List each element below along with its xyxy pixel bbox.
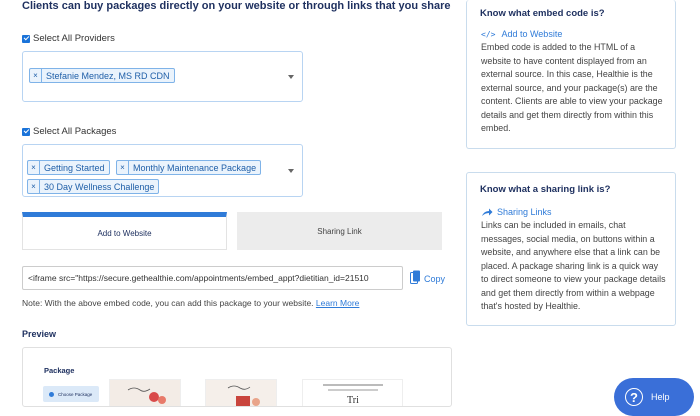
checkbox-checked-icon	[22, 127, 30, 136]
checkbox-checked-icon	[22, 34, 30, 43]
embed-info-card: Know what embed code is? </> Add to Webs…	[466, 0, 676, 149]
package-tag-label: 30 Day Wellness Challenge	[44, 181, 155, 192]
page-heading: Clients can buy packages directly on you…	[22, 0, 451, 12]
learn-more-link[interactable]: Learn More	[316, 298, 359, 308]
remove-tag-icon[interactable]: ×	[117, 161, 129, 174]
copy-button[interactable]: Copy	[424, 274, 445, 284]
embed-card-title: Know what embed code is?	[480, 8, 605, 19]
tab-sharing-link[interactable]: Sharing Link	[237, 212, 442, 250]
sharing-links-link-label: Sharing Links	[497, 207, 552, 217]
select-all-packages-label: Select All Packages	[33, 126, 117, 137]
remove-tag-icon[interactable]: ×	[28, 180, 40, 193]
tab-add-to-website[interactable]: Add to Website	[22, 212, 227, 250]
sharing-card-body: Links can be included in emails, chat me…	[481, 220, 666, 311]
package-thumbnail: Tri	[302, 379, 403, 406]
package-thumbnail	[109, 379, 181, 406]
provider-tag[interactable]: × Stefanie Mendez, MS RD CDN	[29, 68, 175, 83]
thumbnail-art	[110, 380, 180, 406]
remove-tag-icon[interactable]: ×	[30, 69, 42, 82]
add-to-website-link-label: Add to Website	[501, 29, 563, 39]
question-icon: ?	[625, 388, 643, 406]
copy-icon[interactable]	[410, 270, 421, 285]
embed-card-body: Embed code is added to the HTML of a web…	[481, 42, 663, 133]
packages-select[interactable]: × Getting Started × Monthly Maintenance …	[22, 144, 303, 197]
step-dot-icon	[49, 391, 54, 397]
help-button-label: Help	[651, 392, 670, 402]
choose-package-label: Choose Package	[58, 391, 93, 397]
select-all-providers-checkbox[interactable]: Select All Providers	[22, 33, 115, 44]
embed-code-field[interactable]: <iframe src="https://secure.gethealthie.…	[22, 266, 403, 290]
sharing-info-card: Know what a sharing link is? Sharing Lin…	[466, 172, 676, 326]
provider-tag-label: Stefanie Mendez, MS RD CDN	[46, 70, 170, 81]
preview-title: Preview	[22, 329, 57, 339]
add-to-website-link[interactable]: </> Add to Website	[481, 29, 562, 39]
thumbnail-text: Tri	[347, 395, 359, 406]
share-arrow-icon	[482, 208, 493, 216]
help-button[interactable]: ? Help	[614, 378, 694, 416]
remove-tag-icon[interactable]: ×	[28, 161, 40, 174]
thumbnail-art	[206, 380, 276, 406]
package-tag[interactable]: × 30 Day Wellness Challenge	[27, 179, 160, 194]
select-all-packages-checkbox[interactable]: Select All Packages	[22, 126, 116, 137]
package-tag[interactable]: × Getting Started	[27, 160, 110, 175]
chevron-down-icon[interactable]	[288, 75, 294, 79]
package-thumbnail	[205, 379, 277, 406]
preview-package-label: Package	[44, 366, 75, 375]
embed-note: Note: With the above embed code, you can…	[22, 298, 359, 308]
providers-select[interactable]: × Stefanie Mendez, MS RD CDN	[22, 51, 303, 102]
preview-panel: Package Choose Package Tri	[22, 347, 452, 407]
package-tag-label: Getting Started	[44, 162, 105, 173]
sharing-links-link[interactable]: Sharing Links	[481, 207, 552, 217]
package-tag-label: Monthly Maintenance Package	[133, 162, 257, 173]
package-tag[interactable]: × Monthly Maintenance Package	[116, 160, 262, 175]
chevron-down-icon[interactable]	[288, 169, 294, 173]
sharing-card-title: Know what a sharing link is?	[480, 184, 611, 195]
embed-note-text: Note: With the above embed code, you can…	[22, 298, 314, 308]
select-all-providers-label: Select All Providers	[33, 33, 115, 44]
code-icon: </>	[481, 29, 496, 39]
